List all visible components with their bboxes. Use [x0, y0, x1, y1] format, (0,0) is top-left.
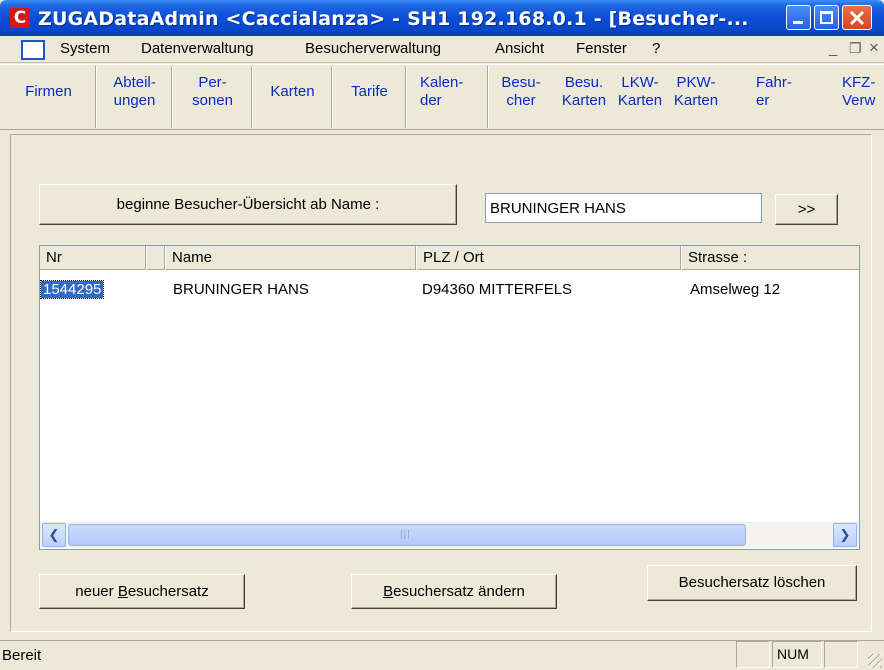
name-search-input[interactable] [485, 193, 762, 223]
minimize-icon [793, 21, 803, 24]
toolbar-besucher-karten[interactable]: Besu. Karten [555, 66, 613, 128]
edit-visitor-button[interactable]: Besuchersatz ändern [351, 574, 557, 609]
scrollbar-grip-icon: ||| [400, 529, 411, 540]
toolbar-abteilungen[interactable]: Abteil- ungen [98, 66, 172, 128]
menu-ansicht[interactable]: Ansicht [495, 40, 544, 57]
scroll-left-icon[interactable]: ❮ [42, 523, 66, 547]
status-pane-num: NUM [772, 641, 822, 668]
new-visitor-rest: esuchersatz [127, 583, 209, 600]
column-header-strasse[interactable]: Strasse : [682, 246, 859, 270]
menu-besucherverwaltung[interactable]: Besucherverwaltung [305, 40, 441, 57]
toolbar-kalender[interactable]: Kalen- der [408, 66, 488, 128]
new-visitor-prefix: neuer [75, 583, 118, 600]
mdi-close-icon[interactable]: × [869, 38, 879, 58]
maximize-button[interactable] [814, 5, 839, 30]
column-header-nr[interactable]: Nr [40, 246, 146, 270]
row-name[interactable]: BRUNINGER HANS [173, 281, 309, 298]
go-button[interactable]: >> [775, 194, 838, 225]
mdi-restore-icon[interactable]: ❐ [849, 40, 862, 57]
row-plz-ort[interactable]: D94360 MITTERFELS [422, 281, 572, 298]
menu-bar [0, 36, 884, 63]
edit-visitor-accel: B [383, 583, 394, 600]
row-nr[interactable]: 1544295 [39, 280, 105, 299]
menu-fenster[interactable]: Fenster [576, 40, 627, 57]
column-header-name[interactable]: Name [166, 246, 416, 270]
toolbar-firmen[interactable]: Firmen [2, 66, 96, 128]
status-text: Bereit [2, 647, 42, 664]
new-visitor-button[interactable]: neuer Besuchersatz [39, 574, 245, 609]
delete-visitor-button[interactable]: Besuchersatz löschen [647, 565, 857, 601]
app-icon[interactable]: C [10, 8, 30, 28]
close-icon [849, 10, 865, 26]
toolbar-personen[interactable]: Per- sonen [174, 66, 252, 128]
toolbar-pkw-karten[interactable]: PKW- Karten [668, 66, 724, 128]
column-header-spacer[interactable] [147, 246, 165, 270]
menu-help[interactable]: ? [652, 40, 660, 57]
mdi-document-icon[interactable] [21, 40, 45, 60]
menu-datenverwaltung[interactable]: Datenverwaltung [141, 40, 254, 57]
maximize-icon [820, 11, 833, 24]
resize-grip-icon[interactable] [868, 654, 882, 668]
toolbar-kfz-verwaltung[interactable]: KFZ- Verw [836, 66, 884, 128]
window-title: ZUGADataAdmin <Caccialanza> - SH1 192.16… [38, 8, 749, 30]
toolbar-karten[interactable]: Karten [254, 66, 332, 128]
scroll-right-icon[interactable]: ❯ [833, 523, 857, 547]
row-strasse[interactable]: Amselweg 12 [690, 281, 780, 298]
new-visitor-accel: B [117, 583, 128, 600]
begin-overview-button[interactable]: beginne Besucher-Übersicht ab Name : [39, 184, 457, 225]
toolbar-tarife[interactable]: Tarife [334, 66, 406, 128]
toolbar-fahrer[interactable]: Fahr- er [756, 66, 800, 128]
menu-system[interactable]: System [60, 40, 110, 57]
mdi-minimize-icon[interactable]: _ [829, 40, 837, 57]
status-pane-scroll [824, 641, 858, 668]
column-header-plz-ort[interactable]: PLZ / Ort [417, 246, 681, 270]
edit-visitor-rest: esuchersatz ändern [393, 583, 525, 600]
toolbar-besucher[interactable]: Besu- cher [490, 66, 552, 128]
status-pane-caps [736, 641, 770, 668]
close-button[interactable] [842, 5, 872, 30]
toolbar-lkw-karten[interactable]: LKW- Karten [612, 66, 668, 128]
minimize-button[interactable] [786, 5, 811, 30]
